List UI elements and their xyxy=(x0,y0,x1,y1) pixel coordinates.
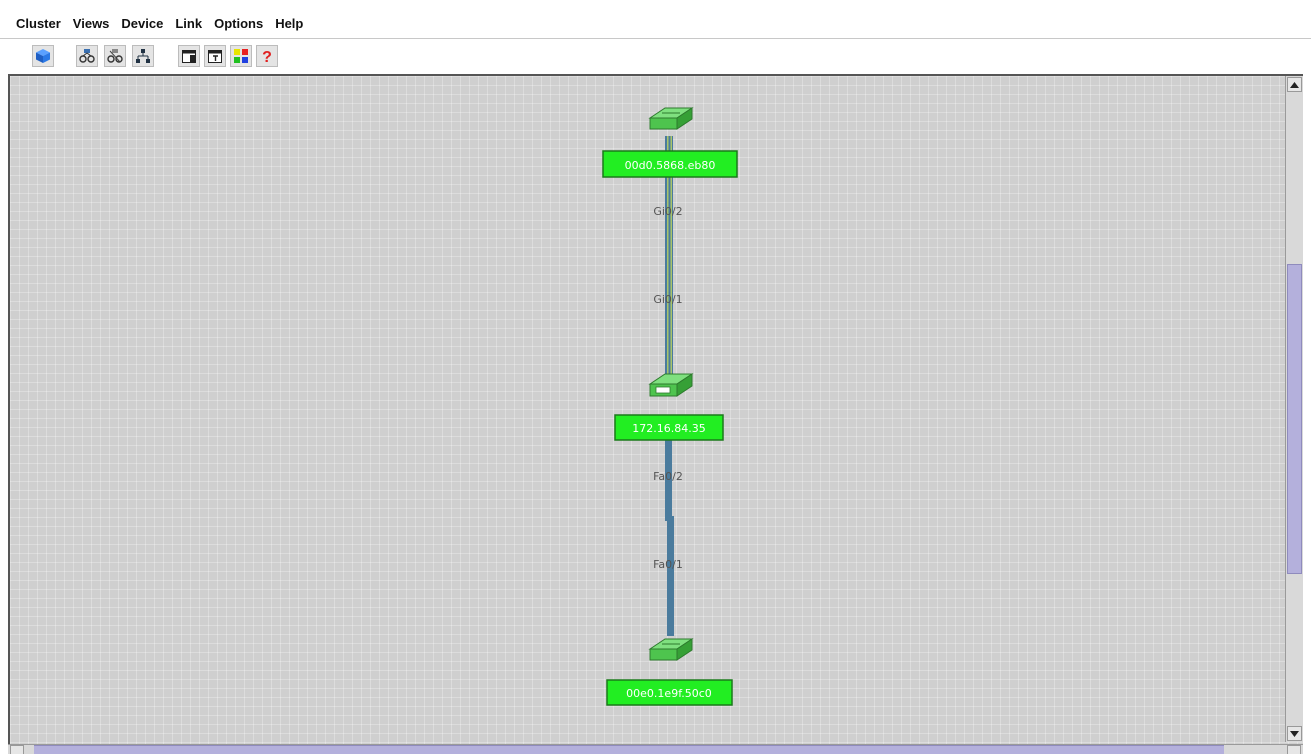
scroll-up-button[interactable] xyxy=(1287,77,1302,92)
topology-canvas[interactable]: Gi0/2 Gi0/1 Fa0/2 Fa0/1 00d0.5868.eb80 1… xyxy=(8,74,1303,744)
topology-view-button[interactable] xyxy=(76,45,98,67)
svg-text:?: ? xyxy=(262,49,272,64)
help-button[interactable]: ? xyxy=(256,45,278,67)
help-question-icon: ? xyxy=(262,49,272,64)
switch-icon xyxy=(648,373,694,397)
legend-colors-button[interactable] xyxy=(230,45,252,67)
device-label-3: 00e0.1e9f.50c0 xyxy=(626,687,712,700)
device-label-2: 172.16.84.35 xyxy=(632,422,705,435)
port-label-fa0-2: Fa0/2 xyxy=(653,470,683,483)
link-fastethernet[interactable] xyxy=(665,416,674,636)
network-tree-icon xyxy=(136,49,150,63)
cluster-cube-icon xyxy=(36,49,50,63)
device-node-2[interactable]: 172.16.84.35 xyxy=(614,373,724,441)
horizontal-scroll-thumb[interactable] xyxy=(34,745,1224,754)
topology-view-alt-button[interactable] xyxy=(104,45,126,67)
menu-options[interactable]: Options xyxy=(208,16,269,31)
topology-diagram: Gi0/2 Gi0/1 Fa0/2 Fa0/1 00d0.5868.eb80 1… xyxy=(602,107,738,706)
topology-view-icon xyxy=(79,49,95,63)
port-label-gi0-2: Gi0/2 xyxy=(653,205,682,218)
topology-view-alt-icon xyxy=(107,49,123,63)
scroll-left-button[interactable] xyxy=(10,745,24,754)
device-label-1: 00d0.5868.eb80 xyxy=(625,159,716,172)
legend-colors-icon xyxy=(234,49,248,63)
switch-icon xyxy=(648,638,694,661)
device-properties-icon xyxy=(182,50,196,63)
scroll-right-button[interactable] xyxy=(1287,745,1301,754)
horizontal-scrollbar[interactable] xyxy=(8,744,1303,754)
menu-bar: Cluster Views Device Link Options Help xyxy=(0,10,1311,36)
device-properties-button[interactable] xyxy=(178,45,200,67)
toolbar: ? xyxy=(0,38,1311,75)
network-tree-button[interactable] xyxy=(132,45,154,67)
port-label-fa0-1: Fa0/1 xyxy=(653,558,683,571)
cluster-cube-button[interactable] xyxy=(32,45,54,67)
menu-device[interactable]: Device xyxy=(115,16,169,31)
arrow-up-icon xyxy=(1290,81,1299,88)
menu-help[interactable]: Help xyxy=(269,16,309,31)
port-label-gi0-1: Gi0/1 xyxy=(653,293,682,306)
scroll-down-button[interactable] xyxy=(1287,726,1302,741)
menu-link[interactable]: Link xyxy=(169,16,208,31)
menu-cluster[interactable]: Cluster xyxy=(0,16,67,31)
cluster-manager-window: Cluster Views Device Link Options Help ?… xyxy=(0,0,1311,754)
vertical-scrollbar[interactable] xyxy=(1285,76,1303,742)
link-properties-icon xyxy=(208,50,222,63)
arrow-down-icon xyxy=(1290,730,1299,737)
menu-views[interactable]: Views xyxy=(67,16,116,31)
vertical-scroll-thumb[interactable] xyxy=(1287,264,1302,574)
link-properties-button[interactable] xyxy=(204,45,226,67)
device-node-3[interactable]: 00e0.1e9f.50c0 xyxy=(606,638,733,706)
switch-icon xyxy=(648,107,694,130)
